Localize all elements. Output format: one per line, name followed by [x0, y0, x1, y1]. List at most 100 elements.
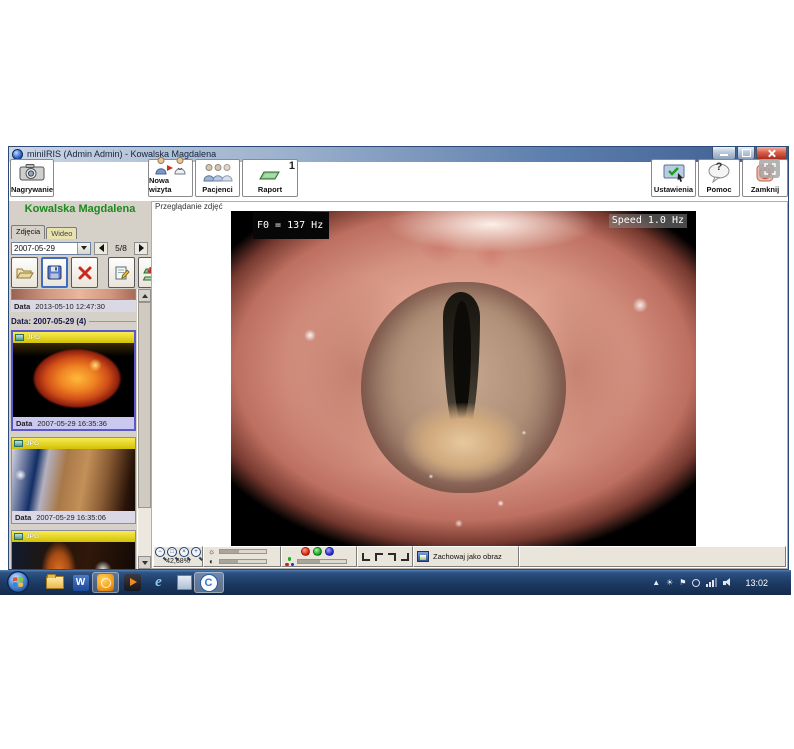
tray-sun-icon[interactable]: ☀ — [666, 579, 673, 587]
green-channel-button[interactable] — [313, 547, 322, 556]
endoscopy-image[interactable]: F0 = 137 Hz Speed 1.0 Hz — [231, 211, 696, 547]
thumbnail-image-fundus[interactable] — [13, 343, 134, 417]
tab-zdjecia[interactable]: Zdjęcia — [11, 225, 45, 239]
color-slider-fill — [298, 560, 320, 563]
image-file-icon — [14, 440, 23, 447]
scroll-up-button[interactable] — [138, 289, 151, 302]
settings-button[interactable]: Ustawienia — [651, 159, 696, 197]
prev-image-button[interactable] — [94, 242, 108, 255]
start-button[interactable] — [7, 571, 29, 593]
zoom-out-button[interactable]: − — [155, 547, 165, 557]
settings-icon — [661, 160, 687, 185]
arrow-right-icon — [139, 244, 144, 252]
thumbnail-partial-image[interactable] — [11, 289, 136, 300]
arrow-down-icon — [142, 561, 148, 565]
thumbnail-date-label: Data 2007-05-29 16:35:06 — [12, 511, 135, 523]
image-file-icon — [14, 533, 23, 540]
date-nav-row: 2007-05-29 5/8 — [11, 241, 149, 255]
report-count-badge: 1 — [289, 160, 295, 172]
f0-overlay: F0 = 137 Hz — [253, 212, 329, 239]
corner-top-right-button[interactable] — [388, 553, 396, 561]
help-icon: ? — [706, 160, 732, 185]
edit-note-button[interactable] — [108, 257, 135, 288]
arrow-up-icon — [142, 294, 148, 298]
system-tray: ▲ ☀ ⚑ 13:02 — [652, 570, 768, 595]
tray-status-icon[interactable] — [692, 579, 700, 587]
chevron-down-icon — [81, 246, 87, 250]
red-channel-button[interactable] — [301, 547, 310, 556]
scrollbar-thumb[interactable] — [138, 302, 151, 508]
contrast-slider[interactable] — [219, 559, 267, 564]
help-question-glyph: ? — [706, 161, 732, 173]
rgb-dots-icon — [285, 557, 294, 566]
date-value: 2013-05-10 12:47:30 — [35, 302, 105, 311]
jpg-badge: JPG — [26, 533, 39, 540]
thumbnail-image-endoscopy[interactable] — [12, 449, 135, 511]
thumbnail-item[interactable]: JPG — [11, 530, 136, 569]
action-center-flag-icon[interactable]: ⚑ — [679, 579, 686, 587]
word-icon: W — [73, 575, 89, 591]
thumbnail-scrollbar[interactable] — [137, 289, 151, 569]
save-as-image-button[interactable]: Zachowaj jako obraz — [413, 546, 519, 567]
patients-button[interactable]: Pacjenci — [195, 159, 240, 197]
date-value: 2007-05-29 16:35:36 — [37, 419, 107, 428]
export-button[interactable] — [138, 257, 151, 288]
corner-top-left-button[interactable] — [375, 553, 383, 561]
dropdown-button[interactable] — [77, 243, 90, 254]
record-label: Nagrywanie — [11, 185, 53, 194]
thumbnail-image-endoscopy[interactable] — [12, 542, 135, 569]
patients-label: Pacjenci — [202, 185, 232, 194]
date-label: Data — [16, 419, 32, 428]
maximize-icon — [742, 149, 751, 157]
taskbar-miniiris-button[interactable]: C — [199, 573, 218, 592]
brightness-slider-fill — [220, 550, 239, 553]
save-floppy-icon — [47, 265, 62, 280]
zoom-in-button[interactable]: + — [191, 547, 201, 557]
color-slider[interactable] — [297, 559, 347, 564]
new-visit-button[interactable]: Nowa wizyta — [148, 159, 193, 197]
taskbar-word-button[interactable]: W — [71, 573, 90, 592]
brightness-slider[interactable] — [219, 549, 267, 554]
save-button[interactable] — [41, 257, 68, 288]
thumbnail-selected[interactable]: JPG Data 2007-05-29 16:35:36 — [11, 330, 136, 431]
zoom-window-button[interactable]: □ — [167, 547, 177, 557]
edit-note-icon — [114, 265, 130, 281]
delete-button[interactable] — [71, 257, 98, 288]
blue-channel-button[interactable] — [325, 547, 334, 556]
endoscopy-highlights-layer — [231, 211, 696, 547]
taskbar-orange-app-button[interactable] — [96, 573, 115, 592]
taskbar-explorer-button[interactable] — [45, 573, 64, 592]
open-button[interactable] — [11, 257, 38, 288]
taskbar-window-button[interactable] — [175, 573, 194, 592]
thumbnail-item[interactable]: JPG Data 2007-05-29 16:35:06 — [11, 437, 136, 524]
zoom-fit-icon: × — [182, 549, 186, 555]
tab-wideo[interactable]: Wideo — [46, 227, 77, 239]
close-app-label: Zamknij — [751, 185, 779, 194]
scroll-down-button[interactable] — [138, 556, 151, 569]
date-filter-value: 2007-05-29 — [14, 244, 55, 253]
corner-bottom-right-button[interactable] — [401, 553, 409, 561]
export-icon — [143, 265, 151, 281]
next-image-button[interactable] — [134, 242, 148, 255]
report-icon: 1 — [257, 160, 283, 185]
date-filter-select[interactable]: 2007-05-29 — [11, 242, 91, 255]
zoom-out-icon: − — [158, 549, 162, 555]
tray-expand-button[interactable]: ▲ — [652, 579, 660, 587]
folder-icon — [46, 576, 64, 589]
patient-name: Kowalska Magdalena — [9, 203, 151, 215]
windows-logo-icon — [7, 571, 29, 593]
taskbar-ie-button[interactable]: e — [149, 573, 168, 592]
help-button[interactable]: ? Pomoc — [698, 159, 740, 197]
report-button[interactable]: 1 Raport — [242, 159, 298, 197]
taskbar-media-button[interactable] — [123, 573, 142, 592]
corner-bottom-left-button[interactable] — [362, 553, 370, 561]
record-button[interactable]: Nagrywanie — [10, 159, 54, 197]
viewer-control-bar: − □ × + 42,68% ☼ ◐ — [153, 546, 786, 567]
image-file-icon — [15, 334, 24, 341]
viewer-group-label: Przeglądanie zdjęć — [155, 202, 223, 211]
app-window: miniIRIS (Admin Admin) - Kowalska Magdal… — [8, 146, 789, 570]
speaker-icon[interactable] — [723, 578, 733, 587]
taskbar-clock[interactable]: 13:02 — [745, 578, 768, 588]
zoom-fit-button[interactable]: × — [179, 547, 189, 557]
network-signal-icon[interactable] — [706, 578, 717, 587]
